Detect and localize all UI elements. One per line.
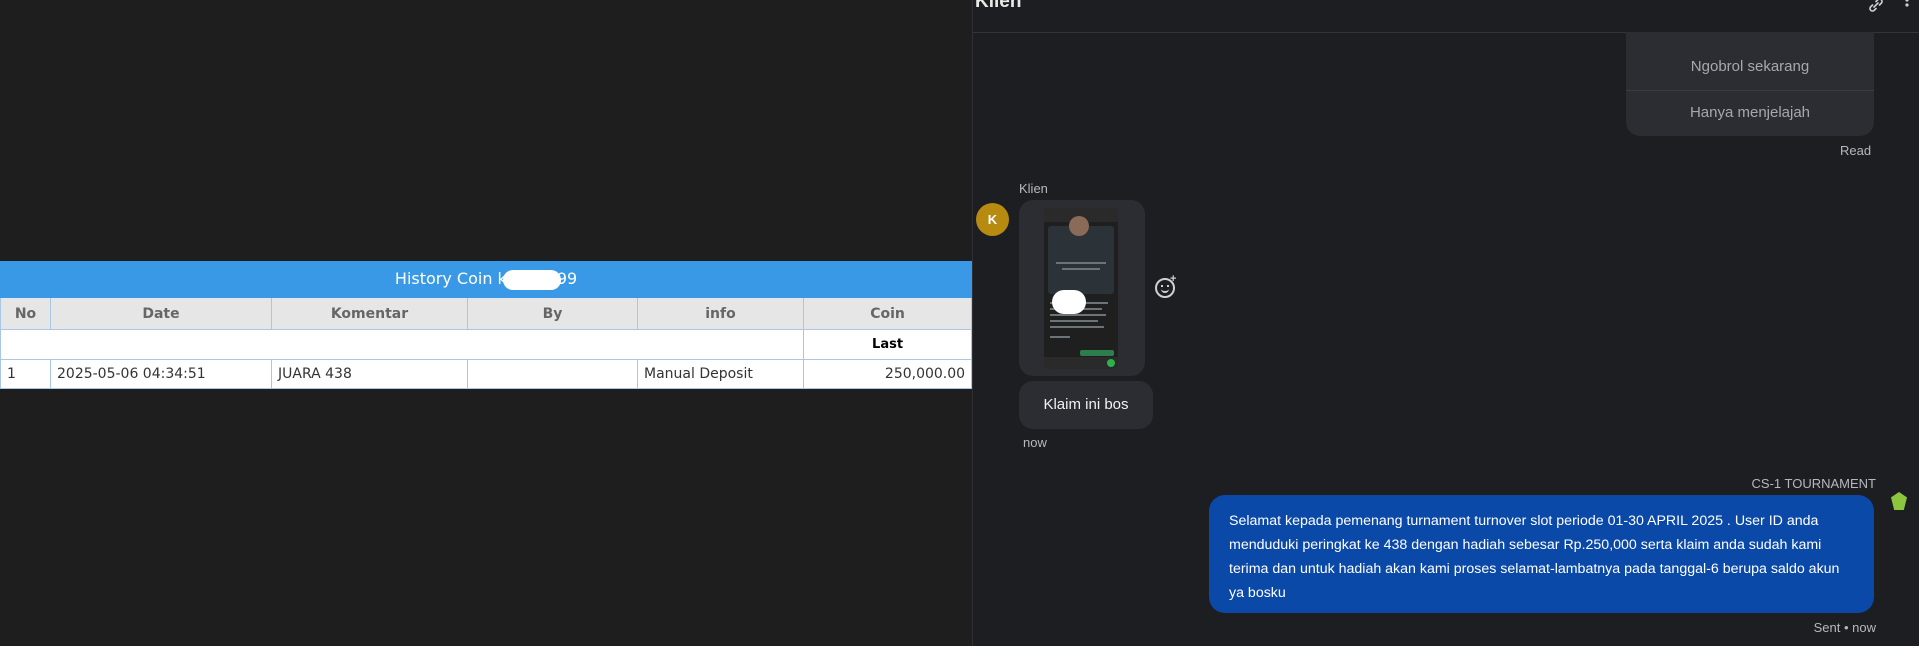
cell-by	[467, 359, 638, 389]
quick-reply-options: Ngobrol sekarang Hanya menjelajah	[1626, 32, 1874, 136]
read-status: Read	[1840, 143, 1872, 158]
column-header-date: Date	[50, 297, 272, 330]
cell-no: 1	[0, 359, 51, 389]
chat-title: Klien	[975, 0, 1022, 12]
redacted-username	[502, 269, 561, 290]
cell-komentar: JUARA 438	[271, 359, 468, 389]
chat-pane: Klien Ngobrol sekarang Hanya menjelajah …	[972, 0, 1919, 646]
column-header-no: No	[0, 297, 51, 330]
chat-header: Klien	[973, 0, 1919, 33]
brand-logo-icon	[1891, 492, 1907, 510]
summary-blank	[0, 329, 804, 360]
agent-logo	[1882, 490, 1916, 530]
last-label: Last	[802, 329, 973, 360]
image-message[interactable]	[1019, 200, 1145, 376]
summary-row: Last	[0, 329, 973, 360]
screenshot-thumbnail	[1044, 208, 1118, 369]
client-message-bubble: Klaim ini bos	[1019, 381, 1153, 429]
column-header-coin: Coin	[802, 297, 973, 330]
cell-coin: 250,000.00	[802, 359, 973, 389]
more-icon[interactable]	[1903, 0, 1911, 19]
agent-message-status: Sent • now	[1813, 620, 1876, 635]
history-coin-table: History Coin k 99 No Date Komentar By inf…	[0, 261, 973, 389]
table-title: History Coin k 99	[0, 261, 973, 298]
column-header-by: By	[467, 297, 638, 330]
cell-date: 2025-05-06 04:34:51	[50, 359, 272, 389]
cell-info: Manual Deposit	[637, 359, 804, 389]
table-title-suffix: 99	[556, 269, 578, 289]
option-divider	[1626, 90, 1874, 91]
reaction-plus-icon: +	[1170, 273, 1177, 285]
option-hanya-menjelajah[interactable]: Hanya menjelajah	[1626, 104, 1874, 121]
table-title-prefix: History Coin k	[394, 269, 507, 289]
history-pane: History Coin k 99 No Date Komentar By inf…	[0, 0, 973, 646]
client-avatar: K	[976, 203, 1009, 236]
column-header-komentar: Komentar	[271, 297, 468, 330]
option-ngobrol-sekarang[interactable]: Ngobrol sekarang	[1626, 58, 1874, 75]
agent-message-bubble: Selamat kepada pemenang turnament turnov…	[1209, 495, 1874, 613]
client-message-time: now	[1023, 435, 1047, 450]
column-header-info: info	[637, 297, 804, 330]
agent-name: CS-1 TOURNAMENT	[1751, 476, 1876, 491]
table-row: 1 2025-05-06 04:34:51 JUARA 438 Manual D…	[0, 359, 973, 389]
link-icon[interactable]	[1867, 0, 1885, 19]
client-name: Klien	[1019, 181, 1048, 196]
